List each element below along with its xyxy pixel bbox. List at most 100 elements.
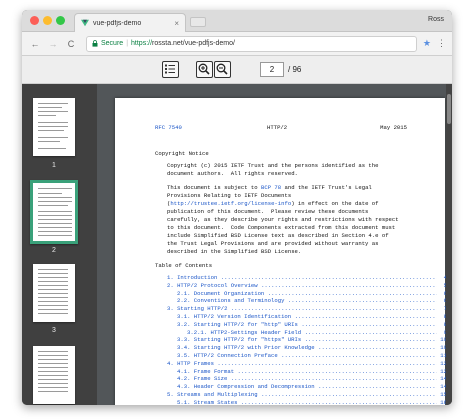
toc-title[interactable]: Streams and Multiplexing — [177, 391, 258, 399]
maximize-window-button[interactable] — [56, 16, 65, 25]
toc-entry[interactable]: 3.2. Starting HTTP/2 for "http" URIs.....… — [177, 321, 447, 329]
toc-number[interactable]: 2.2. — [177, 297, 190, 305]
toc-number[interactable]: 4.2. — [177, 375, 190, 383]
toc-title[interactable]: Starting HTTP/2 — [177, 305, 227, 313]
toc-leader-dots: ........................................… — [267, 289, 437, 297]
address-separator: | — [126, 40, 129, 47]
pdf-toolbar: 2 / 96 — [22, 56, 452, 84]
url-text: rossta.net/vue-pdfjs-demo/ — [152, 40, 235, 47]
license-info-link[interactable]: http://trustee.ietf.org/license-info — [170, 200, 291, 207]
toc-title[interactable]: HTTP/2 Connection Preface — [194, 352, 278, 360]
toc-number[interactable]: 3.2. — [177, 321, 190, 329]
toc-number[interactable]: 4. — [167, 360, 174, 368]
toc-title[interactable]: Starting HTTP/2 for "http" URIs — [194, 321, 298, 329]
document-viewer[interactable]: RFC 7540 HTTP/2 May 2015 Copyright Notic… — [97, 84, 452, 405]
toc-title[interactable]: HTTP2-Settings Header Field — [211, 329, 302, 337]
new-tab-button[interactable] — [190, 17, 206, 27]
close-window-button[interactable] — [30, 16, 39, 25]
toc-title[interactable]: HTTP/2 Protocol Overview — [177, 282, 258, 290]
legal-line-3: (http://trustee.ietf.org/license-info) i… — [167, 200, 379, 208]
toc-leader-dots: ........................................… — [281, 352, 437, 359]
toc-heading: Table of Contents — [155, 262, 213, 269]
forward-button[interactable]: → — [46, 39, 60, 49]
toc-number[interactable]: 3.1. — [177, 313, 190, 321]
toc-title[interactable]: Stream States — [194, 399, 238, 405]
profile-name[interactable]: Ross — [428, 16, 444, 23]
toc-title[interactable]: Frame Size — [194, 375, 228, 383]
toc-leader-dots: ........................................… — [217, 359, 437, 367]
toc-entry[interactable]: 4.3. Header Compression and Decompression… — [177, 383, 447, 391]
toc-leader-dots: ........................................… — [261, 391, 437, 398]
toc-title[interactable]: Introduction — [177, 274, 217, 282]
minimize-window-button[interactable] — [43, 16, 52, 25]
bookmark-star-icon[interactable]: ★ — [423, 38, 431, 49]
toc-entry[interactable]: 3.1. HTTP/2 Version Identification.......… — [177, 313, 447, 321]
back-button[interactable]: ← — [28, 39, 42, 49]
legal-line: to this document. Code Components extrac… — [167, 224, 396, 231]
toc-entry[interactable]: 3.3. Starting HTTP/2 for "https" URIs....… — [177, 336, 447, 344]
toc-entry[interactable]: 3.5. HTTP/2 Connection Preface...........… — [177, 352, 447, 360]
toc-leader-dots: ........................................… — [220, 274, 437, 281]
thumbnail-page-4[interactable] — [33, 346, 75, 404]
toc-number[interactable]: 2.1. — [177, 290, 190, 298]
toc-title[interactable]: HTTP Frames — [177, 360, 214, 368]
vue-logo-icon — [81, 19, 89, 27]
toc-number[interactable]: 3.2.1. — [187, 329, 207, 337]
legal-line: include Simplified BSD License text as d… — [167, 232, 389, 239]
toc-number[interactable]: 4.3. — [177, 383, 190, 391]
toc-number[interactable]: 3.5. — [177, 352, 190, 360]
toc-number[interactable]: 5.1. — [177, 399, 190, 405]
toc-title[interactable]: Frame Format — [194, 368, 234, 376]
toggle-thumbnails-button[interactable] — [162, 61, 179, 78]
browser-menu-icon[interactable]: ⋮ — [437, 38, 446, 49]
url-scheme: https:// — [131, 40, 153, 47]
thumbnail-page-2[interactable] — [30, 180, 78, 244]
toc-title[interactable]: Conventions and Terminology — [194, 297, 285, 305]
page-number-input[interactable]: 2 — [260, 62, 284, 77]
toc-number[interactable]: 5. — [167, 391, 174, 399]
address-bar[interactable]: Secure | https:// rossta.net/vue-pdfjs-d… — [86, 35, 417, 52]
bcp78-link[interactable]: BCP 78 — [261, 184, 281, 191]
toc-number[interactable]: 2. — [167, 282, 174, 290]
toc-number[interactable]: 4.1. — [177, 368, 190, 376]
thumbnail-label: 1 — [52, 162, 56, 169]
toc-entry[interactable]: 1. Introduction..........................… — [167, 274, 447, 282]
toc-title[interactable]: Starting HTTP/2 with Prior Knowledge — [194, 344, 315, 352]
toc-entry[interactable]: 5. Streams and Multiplexing..............… — [167, 391, 447, 399]
toc-entry[interactable]: 5.1. Stream States.......................… — [177, 399, 447, 405]
thumbnail-page-1[interactable] — [33, 98, 75, 156]
toc-title[interactable]: HTTP/2 Version Identification — [194, 313, 291, 321]
toc-entry[interactable]: 3. Starting HTTP/2.......................… — [167, 305, 447, 313]
toc-entry[interactable]: 3.4. Starting HTTP/2 with Prior Knowledge… — [177, 344, 447, 352]
zoom-in-button[interactable] — [196, 61, 213, 78]
toc-entry[interactable]: 4.2. Frame Size..........................… — [177, 375, 447, 383]
legal-text: This document is subject to — [167, 184, 261, 191]
toc-number[interactable]: 3.4. — [177, 344, 190, 352]
copyright-line: Copyright (c) 2015 IETF Trust and the pe… — [167, 162, 379, 169]
zoom-out-button[interactable] — [214, 61, 231, 78]
tab-close-icon[interactable]: × — [174, 19, 179, 28]
toc-entry[interactable]: 4. HTTP Frames...........................… — [167, 360, 447, 368]
rfc-link[interactable]: RFC 7540 — [155, 124, 182, 132]
thumbnail-page-3[interactable] — [33, 264, 75, 322]
toc-title[interactable]: Header Compression and Decompression — [194, 383, 315, 391]
header-date: May 2015 — [380, 124, 407, 131]
toc-entry[interactable]: 2.2. Conventions and Terminology.........… — [177, 297, 447, 305]
toc-entry[interactable]: 4.1. Frame Format........................… — [177, 368, 447, 376]
scrollbar[interactable] — [446, 84, 452, 405]
legal-line: publication of this document. Please rev… — [167, 208, 369, 215]
reload-button[interactable]: C — [64, 39, 78, 49]
toc-entry[interactable]: 3.2.1. HTTP2-Settings Header Field.......… — [187, 329, 447, 337]
toc-number[interactable]: 1. — [167, 274, 174, 282]
scrollbar-thumb[interactable] — [447, 94, 451, 124]
toc-number[interactable]: 3.3. — [177, 336, 190, 344]
toc-number[interactable]: 3. — [167, 305, 174, 313]
thumbnail-sidebar[interactable]: 1 2 3 — [22, 84, 97, 405]
toc-title[interactable]: Starting HTTP/2 for "https" URIs — [194, 336, 301, 344]
thumbnail-label: 3 — [52, 327, 56, 334]
tab-vue-pdfjs-demo[interactable]: vue-pdfjs-demo × — [74, 13, 186, 32]
toc-title[interactable]: Document Organization — [194, 290, 265, 298]
list-icon — [165, 64, 175, 74]
toc-entry[interactable]: 2.1. Document Organization...............… — [177, 290, 447, 298]
toc-entry[interactable]: 2. HTTP/2 Protocol Overview..............… — [167, 282, 447, 290]
